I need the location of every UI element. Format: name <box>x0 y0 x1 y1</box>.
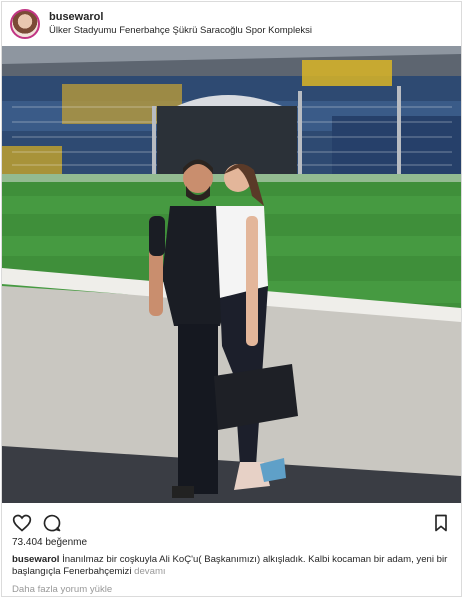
post-header: busewarol Ülker Stadyumu Fenerbahçe Şükr… <box>2 2 461 46</box>
likes-count[interactable]: 73.404 beğenme <box>12 537 87 548</box>
username-link[interactable]: busewarol <box>49 11 312 24</box>
post-photo[interactable] <box>2 46 461 503</box>
caption: busewarol İnanılmaz bir coşkuyla Ali KoÇ… <box>12 554 452 578</box>
load-more-comments-link[interactable]: Daha fazla yorum yükle <box>12 584 112 595</box>
comment-icon[interactable] <box>42 513 62 533</box>
caption-more-link[interactable]: devamı <box>134 566 165 577</box>
location-link[interactable]: Ülker Stadyumu Fenerbahçe Şükrü Saracoğl… <box>49 24 312 37</box>
action-bar <box>12 513 451 533</box>
header-text: busewarol Ülker Stadyumu Fenerbahçe Şükr… <box>49 11 312 37</box>
stadium-photo-illustration <box>2 46 461 503</box>
avatar[interactable] <box>10 9 40 39</box>
heart-icon[interactable] <box>12 513 32 533</box>
caption-username[interactable]: busewarol <box>12 554 59 565</box>
instagram-post: busewarol Ülker Stadyumu Fenerbahçe Şükr… <box>1 1 462 597</box>
caption-text: İnanılmaz bir coşkuyla Ali KoÇ'u( Başkan… <box>12 554 448 577</box>
bookmark-icon[interactable] <box>431 513 451 533</box>
